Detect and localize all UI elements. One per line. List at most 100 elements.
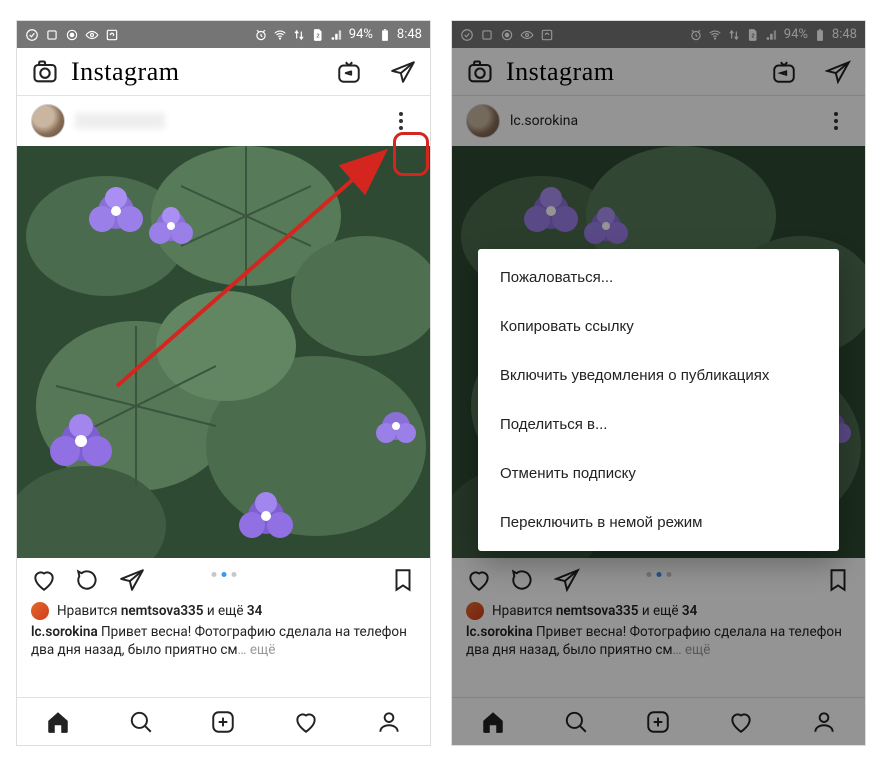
instagram-logo: Instagram (506, 57, 614, 87)
search-icon[interactable] (128, 709, 154, 735)
profile-icon[interactable] (811, 709, 837, 735)
likes-count: 34 (682, 603, 697, 619)
caption-more[interactable]: … ещё (673, 642, 711, 658)
likes-text: Нравится nemtsova335 и ещё 34 (492, 603, 697, 619)
menu-item-mute[interactable]: Переключить в немой режим (478, 498, 839, 547)
bookmark-icon[interactable] (390, 567, 416, 593)
sync-box-icon (540, 28, 554, 42)
post-actions (17, 558, 430, 602)
android-status-bar: 2 94% 8:48 (17, 21, 430, 48)
post-caption: lc.sorokina Привет весна! Фотографию сде… (452, 620, 865, 659)
likes-suffix: и ещё (638, 603, 681, 619)
instagram-header: Instagram (452, 48, 865, 96)
post-options-button[interactable] (821, 106, 851, 136)
username-blurred (75, 113, 165, 129)
post-image[interactable] (17, 146, 430, 558)
screenshot-left: 2 94% 8:48 Instagram (16, 20, 431, 746)
checkmark-circle-icon (25, 28, 39, 42)
carousel-indicator (211, 572, 236, 577)
instagram-header: Instagram (17, 48, 430, 96)
share-icon[interactable] (119, 567, 145, 593)
likes-suffix: и ещё (203, 603, 246, 619)
menu-item-copy-link[interactable]: Копировать ссылку (478, 302, 839, 351)
heart-icon[interactable] (31, 567, 57, 593)
home-icon[interactable] (480, 709, 506, 735)
bottom-nav (17, 697, 430, 745)
likes-row[interactable]: Нравится nemtsova335 и ещё 34 (17, 602, 430, 620)
likes-user: nemtsova335 (556, 603, 639, 619)
camera-icon[interactable] (31, 58, 59, 86)
send-icon[interactable] (390, 59, 416, 85)
carousel-dot (231, 572, 236, 577)
activity-heart-icon[interactable] (293, 709, 319, 735)
post-username[interactable]: lc.sorokina (510, 113, 578, 129)
likes-count: 34 (247, 603, 262, 619)
avatar[interactable] (466, 104, 500, 138)
eye-icon (85, 28, 99, 42)
carousel-dot (211, 572, 216, 577)
menu-item-share[interactable]: Поделиться в... (478, 400, 839, 449)
menu-item-report[interactable]: Пожаловаться... (478, 253, 839, 302)
igtv-icon[interactable] (771, 59, 797, 85)
carousel-dot-active (656, 572, 661, 577)
sim-2-icon: 2 (746, 28, 760, 42)
battery-icon (378, 28, 392, 42)
likes-user: nemtsova335 (121, 603, 204, 619)
likes-prefix: Нравится (57, 603, 121, 619)
updown-icon (727, 28, 741, 42)
activity-heart-icon[interactable] (728, 709, 754, 735)
status-left-icons (460, 28, 554, 42)
sync-box-icon (105, 28, 119, 42)
screenshot-right: 2 94% 8:48 Instagram lc.sorokina (451, 20, 866, 746)
battery-icon (813, 28, 827, 42)
post-author-row (17, 96, 430, 146)
comment-icon[interactable] (75, 567, 101, 593)
carousel-dot (646, 572, 651, 577)
status-right-icons: 2 94% 8:48 (254, 27, 422, 42)
caption-username[interactable]: lc.sorokina (31, 624, 98, 640)
more-vertical-icon (834, 119, 838, 123)
camera-icon[interactable] (466, 58, 494, 86)
avatar[interactable] (31, 104, 65, 138)
carousel-dot (666, 572, 671, 577)
clock: 8:48 (832, 27, 857, 42)
alarm-icon (254, 28, 268, 42)
clock: 8:48 (397, 27, 422, 42)
record-icon (65, 28, 79, 42)
liker-avatar (466, 602, 484, 620)
menu-item-notifications[interactable]: Включить уведомления о публикациях (478, 351, 839, 400)
share-icon[interactable] (554, 567, 580, 593)
likes-text: Нравится nemtsova335 и ещё 34 (57, 603, 262, 619)
more-vertical-icon (399, 119, 403, 123)
igtv-icon[interactable] (336, 59, 362, 85)
add-post-icon[interactable] (210, 709, 236, 735)
send-icon[interactable] (825, 59, 851, 85)
bookmark-icon[interactable] (825, 567, 851, 593)
wifi-icon (708, 28, 722, 42)
menu-item-unfollow[interactable]: Отменить подписку (478, 449, 839, 498)
home-icon[interactable] (45, 709, 71, 735)
status-right-icons: 2 94% 8:48 (689, 27, 857, 42)
post-actions (452, 558, 865, 602)
heart-icon[interactable] (466, 567, 492, 593)
eye-icon (520, 28, 534, 42)
add-post-icon[interactable] (645, 709, 671, 735)
post-options-menu: Пожаловаться... Копировать ссылку Включи… (478, 249, 839, 551)
post-caption: lc.sorokina Привет весна! Фотографию сде… (17, 620, 430, 659)
search-icon[interactable] (563, 709, 589, 735)
checkmark-circle-icon (460, 28, 474, 42)
liker-avatar (31, 602, 49, 620)
likes-prefix: Нравится (492, 603, 556, 619)
caption-username[interactable]: lc.sorokina (466, 624, 533, 640)
post-author-row: lc.sorokina (452, 96, 865, 146)
alarm-icon (689, 28, 703, 42)
likes-row[interactable]: Нравится nemtsova335 и ещё 34 (452, 602, 865, 620)
battery-percent: 94% (349, 27, 373, 42)
profile-icon[interactable] (376, 709, 402, 735)
sim-2-icon: 2 (311, 28, 325, 42)
post-options-button[interactable] (386, 106, 416, 136)
wifi-icon (273, 28, 287, 42)
caption-more[interactable]: … ещё (238, 642, 276, 658)
record-icon (500, 28, 514, 42)
comment-icon[interactable] (510, 567, 536, 593)
